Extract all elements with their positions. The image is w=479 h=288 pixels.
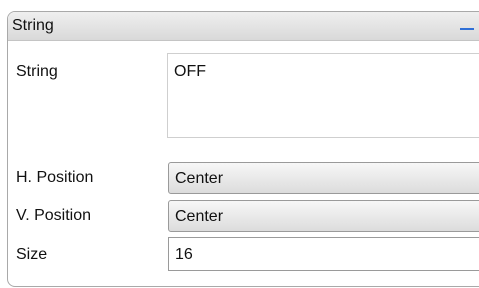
string-label: String: [16, 63, 58, 80]
size-value: 16: [175, 246, 193, 263]
v-position-value: Center: [175, 208, 224, 225]
panel-header[interactable]: String: [8, 12, 479, 41]
h-position-label: H. Position: [16, 169, 94, 186]
h-position-value: Center: [175, 170, 224, 187]
string-value: OFF: [174, 63, 206, 80]
size-input[interactable]: 16: [168, 237, 479, 271]
v-position-label: V. Position: [16, 207, 92, 224]
panel-title: String: [12, 17, 54, 34]
string-textarea[interactable]: OFF: [167, 53, 479, 138]
minus-icon[interactable]: [460, 28, 474, 30]
v-position-select[interactable]: Center: [168, 200, 479, 232]
property-editor: String String OFF H. Position Center V. …: [0, 0, 479, 288]
size-label: Size: [16, 246, 48, 263]
h-position-select[interactable]: Center: [168, 162, 479, 194]
